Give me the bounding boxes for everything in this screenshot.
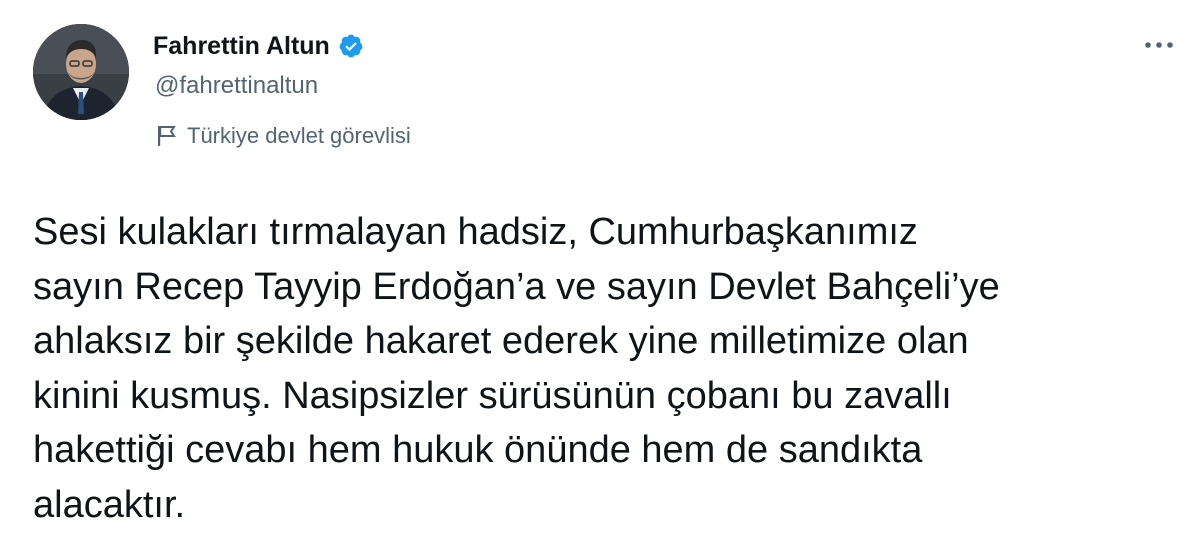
government-label[interactable]: Türkiye devlet görevlisi — [157, 120, 411, 152]
verified-badge-icon — [338, 33, 364, 59]
author-handle[interactable]: @fahrettinaltun — [155, 72, 318, 100]
government-label-text: Türkiye devlet görevlisi — [187, 123, 411, 148]
more-options-icon — [1145, 42, 1173, 48]
profile-photo-icon — [33, 24, 129, 120]
flag-icon — [157, 125, 177, 147]
tweet-text: Sesi kulakları tırmalayan hadsiz, Cumhur… — [33, 211, 1000, 526]
more-options-button[interactable] — [1136, 30, 1182, 60]
tweet-card: Fahrettin Altun @fahrettinaltun Türkiye … — [0, 0, 1200, 554]
author-display-name[interactable]: Fahrettin Altun — [153, 32, 330, 61]
avatar[interactable] — [33, 24, 129, 120]
author-name-row: Fahrettin Altun — [153, 28, 364, 64]
